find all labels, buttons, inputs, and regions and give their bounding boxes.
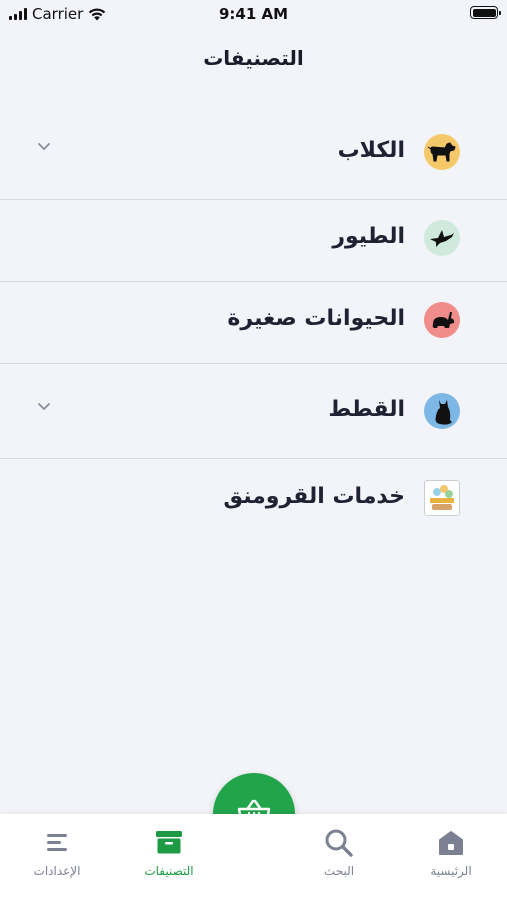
nav-search[interactable]: البحث bbox=[294, 826, 384, 878]
chevron-down-icon[interactable] bbox=[37, 142, 51, 152]
nav-label: الإعدادات bbox=[33, 864, 81, 878]
category-label: خدمات القرومنق bbox=[223, 484, 405, 509]
nav-label: البحث bbox=[323, 864, 355, 878]
category-label: الكلاب bbox=[337, 138, 405, 163]
dog-icon bbox=[424, 134, 460, 170]
nav-label: التصنيفات bbox=[144, 864, 194, 878]
home-icon bbox=[439, 831, 463, 855]
nav-categories[interactable]: التصنيفات bbox=[124, 826, 214, 878]
category-list: الكلاب الطيور الحيوانات صغيرة القطط خدما… bbox=[0, 104, 507, 541]
categories-icon bbox=[156, 831, 182, 854]
category-row-dogs[interactable]: الكلاب bbox=[0, 104, 507, 200]
status-bar: Carrier 9:41 AM bbox=[0, 0, 507, 28]
bottom-nav: الرئيسية البحث التصنيفات الإعدادات bbox=[0, 814, 507, 900]
page-title: التصنيفات bbox=[203, 46, 304, 70]
grooming-logo-icon bbox=[424, 480, 460, 516]
category-label: الطيور bbox=[332, 224, 405, 249]
category-row-birds[interactable]: الطيور bbox=[0, 200, 507, 282]
category-row-grooming[interactable]: خدمات القرومنق bbox=[0, 459, 507, 541]
category-label: الحيوانات صغيرة bbox=[227, 306, 405, 331]
category-row-cats[interactable]: القطط bbox=[0, 364, 507, 459]
battery-icon bbox=[470, 6, 501, 19]
chevron-down-icon[interactable] bbox=[37, 402, 51, 412]
category-label: القطط bbox=[328, 397, 405, 422]
nav-home[interactable]: الرئيسية bbox=[406, 826, 496, 878]
cat-icon bbox=[424, 393, 460, 429]
category-row-small-animals[interactable]: الحيوانات صغيرة bbox=[0, 282, 507, 364]
nav-settings[interactable]: الإعدادات bbox=[12, 826, 102, 878]
status-time: 9:41 AM bbox=[218, 5, 289, 23]
settings-menu-icon bbox=[47, 834, 67, 851]
nav-label: الرئيسية bbox=[430, 864, 472, 878]
bird-icon bbox=[424, 220, 460, 256]
rabbit-icon bbox=[424, 302, 460, 338]
search-icon bbox=[325, 829, 353, 857]
